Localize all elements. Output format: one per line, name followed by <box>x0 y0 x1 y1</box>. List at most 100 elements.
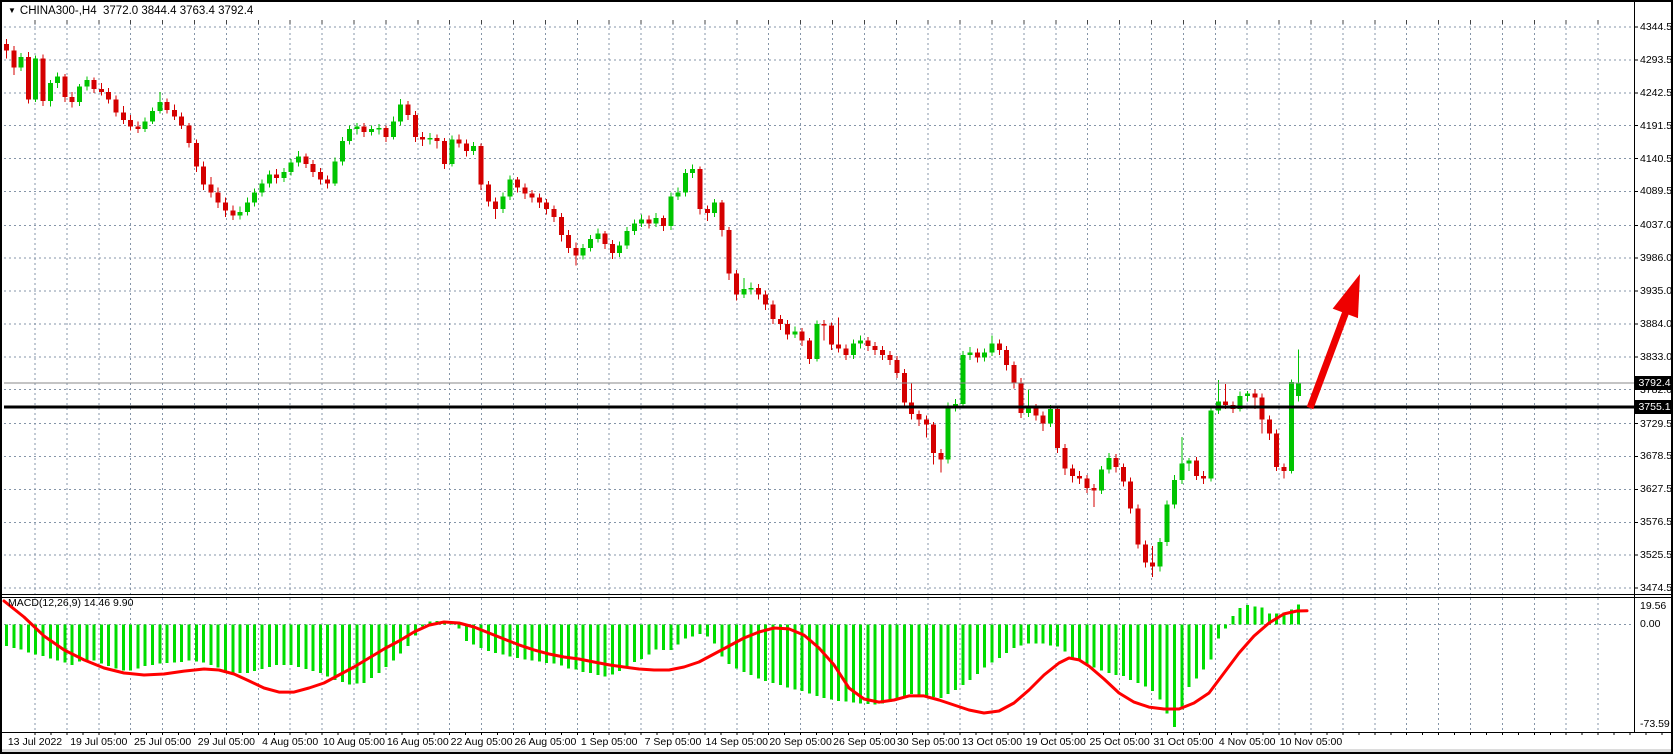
candle-down <box>165 102 170 110</box>
candle-up <box>55 76 60 82</box>
candle-down <box>1033 408 1038 416</box>
candle-down <box>172 110 177 116</box>
candle-down <box>26 57 31 100</box>
candle-down <box>274 174 279 178</box>
macd-axis-label: 0.00 <box>1640 618 1660 630</box>
candle-up <box>1099 470 1104 491</box>
candle-up <box>245 203 250 212</box>
bid-price-box: 3755.1 <box>1634 400 1673 414</box>
candle-down <box>4 44 9 50</box>
candle-down <box>1063 448 1068 469</box>
candle-down <box>763 294 768 304</box>
candle-down <box>515 180 520 188</box>
candle-up <box>48 83 53 101</box>
candle-up <box>1187 461 1192 464</box>
candle-down <box>844 348 849 354</box>
candle-down <box>756 288 761 294</box>
chart-header: ▼ CHINA300-,H4 3772.0 3844.4 3763.4 3792… <box>8 5 253 17</box>
candle-down <box>464 143 469 151</box>
price-axis-label: 3986.0 <box>1640 252 1672 264</box>
candle-down <box>486 185 491 202</box>
candle-down <box>318 172 323 180</box>
candle-down <box>121 112 126 120</box>
price-axis-label: 4089.5 <box>1640 185 1672 197</box>
candle-down <box>719 203 724 230</box>
candle-down <box>559 217 564 235</box>
candle-down <box>1128 481 1133 508</box>
candle-up <box>617 245 622 253</box>
candle-up <box>632 223 637 231</box>
candle-down <box>1070 468 1075 476</box>
candle-down <box>1055 409 1060 448</box>
candle-down <box>1084 479 1089 488</box>
trading-chart-window: ▼ CHINA300-,H4 3772.0 3844.4 3763.4 3792… <box>0 0 1673 754</box>
candle-up <box>792 332 797 335</box>
candle-down <box>442 141 447 164</box>
price-axis-label: 4191.5 <box>1640 120 1672 132</box>
candle-up <box>1289 382 1294 471</box>
candle-down <box>1121 467 1126 481</box>
candle-down <box>785 324 790 334</box>
price-axis-label: 4037.0 <box>1640 219 1672 231</box>
candle-up <box>84 80 89 86</box>
candle-up <box>340 141 345 162</box>
candle-up <box>683 173 688 192</box>
candle-up <box>267 174 272 183</box>
candle-down <box>362 127 367 132</box>
candle-down <box>201 167 206 185</box>
candle-down <box>187 125 192 142</box>
candle-up <box>639 219 644 223</box>
candle-down <box>646 219 651 223</box>
candle-up <box>143 121 148 129</box>
candle-down <box>975 352 980 357</box>
candle-down <box>771 305 776 319</box>
candle-up <box>858 341 863 344</box>
candle-down <box>135 127 140 130</box>
candle-down <box>179 116 184 125</box>
price-axis-label: 4242.5 <box>1640 87 1672 99</box>
chart-canvas[interactable] <box>2 2 1673 754</box>
candle-down <box>537 198 542 203</box>
price-axis-label: 3627.5 <box>1640 483 1672 495</box>
macd-axis-label: -73.59 <box>1640 718 1670 730</box>
candle-up <box>595 234 600 239</box>
candle-down <box>106 92 111 100</box>
candle-down <box>705 209 710 213</box>
candle-down <box>1201 476 1206 479</box>
candle-down <box>573 248 578 256</box>
candle-up <box>676 192 681 196</box>
candle-down <box>128 120 133 126</box>
candle-down <box>406 105 411 115</box>
candle-down <box>457 140 462 144</box>
price-axis-label: 3782.0 <box>1640 384 1672 396</box>
candle-up <box>968 352 973 355</box>
candle-down <box>70 97 75 102</box>
candle-up <box>946 407 951 460</box>
candle-down <box>92 80 97 89</box>
candle-down <box>917 414 922 419</box>
macd-indicator-label: MACD(12,26,9) 14.46 9.90 <box>8 597 134 609</box>
price-axis-label: 3935.0 <box>1640 285 1672 297</box>
candle-down <box>99 89 104 92</box>
candle-down <box>931 425 936 453</box>
candle-down <box>1092 488 1097 491</box>
candle-down <box>420 137 425 140</box>
candle-down <box>938 453 943 459</box>
candle-up <box>369 129 374 132</box>
candle-up <box>741 289 746 294</box>
candle-up <box>982 352 987 357</box>
candle-up <box>391 121 396 136</box>
candle-up <box>960 355 965 404</box>
candle-up <box>296 156 301 162</box>
candle-down <box>822 324 827 326</box>
candle-up <box>252 192 257 202</box>
candle-up <box>749 288 754 290</box>
candle-up <box>508 180 513 197</box>
candle-up <box>354 127 359 130</box>
candle-down <box>924 419 929 424</box>
candle-down <box>311 164 316 172</box>
candle-up <box>588 239 593 248</box>
candle-down <box>734 274 739 295</box>
candle-down <box>41 58 46 101</box>
candle-up <box>157 102 162 111</box>
